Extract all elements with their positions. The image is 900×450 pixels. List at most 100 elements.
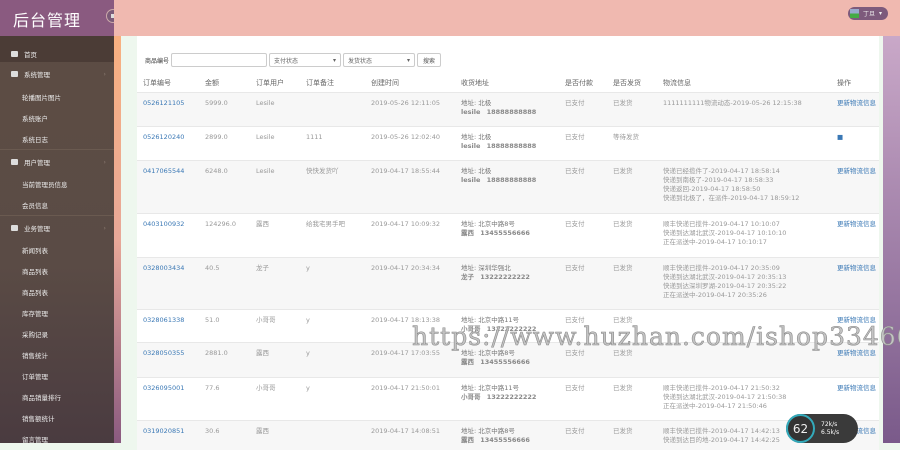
- paid-status: 已支付: [559, 376, 607, 420]
- amount: 124296.0: [199, 212, 250, 257]
- sidebar-item[interactable]: 商品列表: [0, 281, 114, 302]
- ship-status: 已发货: [607, 256, 657, 309]
- order-id-link[interactable]: 0328003434: [143, 264, 184, 272]
- created-time: 2019-05-26 12:11:05: [365, 91, 455, 126]
- order-remark: y: [300, 308, 365, 342]
- order-id-link[interactable]: 0328050355: [143, 349, 184, 357]
- created-time: 2019-04-17 20:34:34: [365, 256, 455, 309]
- receiver-phone: 13455556666: [480, 228, 530, 237]
- caret-down-icon: ▾: [333, 56, 337, 64]
- chevron-right-icon: ›: [103, 223, 106, 232]
- pay-status-value: 支付状态: [274, 57, 299, 65]
- update-logistics-link[interactable]: 更新物流信息: [837, 167, 876, 175]
- column-header: 订单用户: [256, 78, 284, 87]
- update-logistics-link[interactable]: 更新物流信息: [837, 264, 876, 272]
- created-time: 2019-04-17 21:50:01: [365, 376, 455, 420]
- sidebar-item[interactable]: 系统账户: [0, 107, 114, 128]
- order-id-link[interactable]: 0417065544: [143, 167, 184, 175]
- orders-panel: 商品编号 支付状态 ▾ 发货状态 ▾ 搜索 订单编号 金额 订单用户 订单备注 创建时间 收货…: [137, 36, 879, 450]
- order-user: Lesile: [250, 91, 300, 126]
- ship-status: 已发货: [607, 91, 657, 126]
- order-remark: 快快发货吖: [300, 159, 365, 213]
- ship-truck-icon[interactable]: ■: [837, 133, 843, 141]
- column-header: 物流信息: [663, 78, 691, 87]
- column-header: 是否付款: [565, 78, 593, 87]
- address: 地址: 深圳华强北: [461, 263, 511, 272]
- logistics-entry: 快递到北极了，在派件-2019-04-17 18:59:12: [663, 193, 800, 202]
- sidebar-group-label: 系统管理: [24, 71, 50, 79]
- sidebar-item[interactable]: 库存管理: [0, 302, 114, 323]
- column-header: 订单编号: [143, 78, 171, 87]
- ship-status: 等待发货: [607, 125, 657, 160]
- order-remark: y: [300, 376, 365, 420]
- amount: 2881.0: [199, 341, 250, 377]
- sidebar-item[interactable]: 新闻列表: [0, 239, 114, 260]
- sidebar-group[interactable]: 业务管理 ›: [0, 215, 114, 239]
- logistics-entry: 正在派送中-2019-04-17 21:50:46: [663, 401, 767, 410]
- update-logistics-link[interactable]: 更新物流信息: [837, 99, 876, 107]
- search-button[interactable]: 搜索: [417, 53, 442, 67]
- caret-down-icon: ▾: [407, 56, 411, 64]
- receiver-phone: 13222222222: [480, 272, 530, 281]
- ship-status: 已发货: [607, 159, 657, 213]
- ship-status-value: 发货状态: [348, 57, 373, 65]
- ship-status: 已发货: [607, 212, 657, 257]
- order-id-link[interactable]: 0526120240: [143, 133, 184, 141]
- table-row: 0328003434 40.5 龙子 y 2019-04-17 20:34:34…: [137, 256, 879, 309]
- order-id-link[interactable]: 0526121105: [143, 99, 184, 107]
- logistics-entry: 快递到达湖北武汉-2019-04-17 21:50:38: [663, 392, 787, 401]
- table-row: 0326095001 77.6 小哥哥 y 2019-04-17 21:50:0…: [137, 376, 879, 420]
- sidebar-item[interactable]: 系统日志: [0, 128, 114, 149]
- amount: 5999.0: [199, 91, 250, 126]
- update-logistics-link[interactable]: 更新物流信息: [837, 220, 876, 228]
- sidebar-group[interactable]: 系统管理 ›: [0, 62, 114, 86]
- paid-status: 已支付: [559, 125, 607, 160]
- sidebar-item[interactable]: 采购记录: [0, 323, 114, 344]
- right-accent-strip: [883, 36, 900, 443]
- amount: 40.5: [199, 256, 250, 309]
- logistics-entry: 快递返回-2019-04-17 18:58:50: [663, 184, 761, 193]
- update-logistics-link[interactable]: 更新物流信息: [837, 384, 876, 392]
- sidebar-item[interactable]: 销售统计: [0, 344, 114, 365]
- sidebar-item[interactable]: 当前管理员信息: [0, 173, 114, 194]
- order-id-link[interactable]: 0326095001: [143, 384, 184, 392]
- order-id-link[interactable]: 0319020851: [143, 427, 184, 435]
- order-id-link[interactable]: 0328061338: [143, 316, 184, 324]
- sidebar-item[interactable]: 商品销量排行: [0, 386, 114, 407]
- user-menu-button[interactable]: 丁旦 ▾: [848, 7, 888, 20]
- address: 地址: 北京中路8号: [461, 219, 515, 228]
- book-icon: [11, 224, 18, 231]
- order-user: 小哥哥: [250, 308, 300, 342]
- order-user: 小哥哥: [250, 376, 300, 420]
- sidebar-item[interactable]: 留言管理: [0, 428, 114, 449]
- logistics-entry: 快递到达湖北武汉-2019-04-17 10:10:10: [663, 228, 787, 237]
- order-remark: y: [300, 256, 365, 309]
- sidebar-item[interactable]: 订单管理: [0, 365, 114, 386]
- product-id-input[interactable]: [171, 53, 268, 67]
- receiver-phone: 18888888888: [486, 107, 537, 116]
- order-id-link[interactable]: 0403100932: [143, 220, 184, 228]
- column-header: 是否发货: [613, 78, 641, 87]
- logistics-entry: 顺丰快递已揽件-2019-04-17 20:35:09: [663, 263, 780, 272]
- amount: 2899.0: [199, 125, 250, 160]
- sidebar-group[interactable]: 用户管理 ›: [0, 149, 114, 173]
- address: 地址: 北京中路11号: [461, 383, 520, 392]
- ship-status-select[interactable]: 发货状态 ▾: [343, 53, 416, 67]
- order-remark: [300, 419, 365, 450]
- sidebar-item-home[interactable]: 首页: [0, 36, 114, 62]
- logistics-entry: 顺丰快递已揽件-2019-04-17 21:50:32: [663, 383, 780, 392]
- order-remark: y: [300, 341, 365, 377]
- paid-status: 已支付: [559, 419, 607, 450]
- amount: 6248.0: [199, 159, 250, 213]
- table-row: 0417065544 6248.0 Lesile 快快发货吖 2019-04-1…: [137, 159, 879, 213]
- table-row: 0403100932 124296.0 露西 给我宅男手吧 2019-04-17…: [137, 212, 879, 257]
- sidebar-item[interactable]: 会员信息: [0, 194, 114, 215]
- sidebar-item[interactable]: 轮播图片图片: [0, 86, 114, 107]
- receiver-name: lesile: [461, 107, 481, 116]
- sidebar-item[interactable]: 销售额统计: [0, 407, 114, 428]
- sidebar-item[interactable]: 商品列表: [0, 260, 114, 281]
- paid-status: 已支付: [559, 212, 607, 257]
- top-header: 丁旦 ▾: [114, 0, 900, 36]
- logistics-info: 顺丰快递已揽件-2019-04-17 20:35:09 快递到达湖北武汉-2019…: [657, 256, 831, 309]
- pay-status-select[interactable]: 支付状态 ▾: [269, 53, 342, 67]
